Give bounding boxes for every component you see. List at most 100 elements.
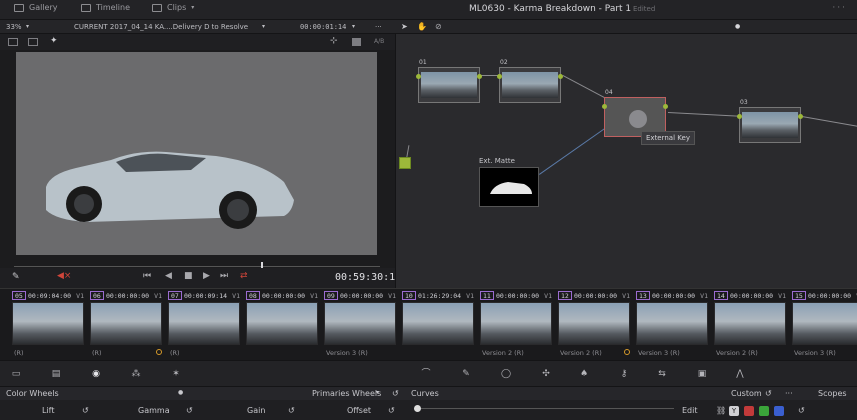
scopes-title: Scopes xyxy=(818,389,847,398)
clip-track: V1 xyxy=(700,292,708,300)
wheels-labels-row: Lift ↺ Gamma ↺ Gain ↺ Offset ↺ Edit ⛓ Y … xyxy=(0,400,857,420)
chevron-down-icon[interactable]: ▾ xyxy=(26,23,29,30)
clip-thumbnail[interactable]: 1500:00:00:00V1 Version 3 (R) xyxy=(792,289,857,361)
timeline-name[interactable]: CURRENT 2017_04_14 KA....Delivery D to R… xyxy=(74,23,259,31)
skip-back-icon[interactable]: ⏮ xyxy=(143,271,151,281)
clip-thumbnail[interactable]: 13 00:00:00:00 V1 Version 3 (R) xyxy=(636,289,710,361)
info-icon[interactable]: ⋀ xyxy=(734,369,746,379)
hand-icon[interactable]: ✋ xyxy=(417,22,427,31)
clip-track: V1 xyxy=(466,292,474,300)
viewer-toolbar: 33% ▾ CURRENT 2017_04_14 KA....Delivery … xyxy=(0,20,395,34)
reset-icon[interactable]: ↺ xyxy=(82,406,89,415)
node-03[interactable]: 03 xyxy=(737,99,803,143)
ab-compare[interactable]: A/B xyxy=(374,38,384,45)
clip-thumbnail[interactable]: 14 00:00:00:00 V1 Version 2 (R) xyxy=(714,289,788,361)
blue-channel-button[interactable] xyxy=(774,406,784,416)
node-editor[interactable]: 01 02 04 External Key 03 Ext. Matte xyxy=(395,34,857,288)
speaker-mute-icon[interactable]: ◀× xyxy=(57,271,71,281)
play-icon[interactable]: ▶ xyxy=(203,271,210,281)
more-options-icon[interactable]: ··· xyxy=(832,3,847,13)
zoom-level[interactable]: 33% xyxy=(6,23,22,31)
color-wheels-icon[interactable]: ◉ xyxy=(90,369,102,379)
chevron-down-icon: ▾ xyxy=(191,4,195,11)
source-input[interactable] xyxy=(399,157,411,169)
reset-icon[interactable]: ↺ xyxy=(392,389,399,398)
qualifier-icon[interactable]: ✎ xyxy=(460,369,472,379)
clip-thumbnail[interactable]: 06 00:00:00:00 V1 (R) xyxy=(90,289,164,361)
edit-label: Edit xyxy=(682,406,698,415)
chevron-down-icon[interactable]: ▾ xyxy=(262,23,265,30)
clip-header: 10 01:26:29:04 V1 xyxy=(402,291,476,301)
reset-icon[interactable]: ↺ xyxy=(388,406,395,415)
camera-raw-icon[interactable]: ▭ xyxy=(10,369,22,379)
curves-slider-track xyxy=(414,408,674,409)
sizing-icon[interactable]: ⇆ xyxy=(656,369,668,379)
color-match-icon[interactable]: ▤ xyxy=(50,369,62,379)
rgb-mixer-icon[interactable]: ⁂ xyxy=(130,369,142,379)
clip-thumbnail[interactable]: 10 01:26:29:04 V1 xyxy=(402,289,476,361)
link-icon[interactable]: ⛓ xyxy=(716,406,726,415)
wipe-icon[interactable] xyxy=(352,38,361,46)
external-matte-node[interactable] xyxy=(479,167,539,207)
motion-effects-icon[interactable]: ✶ xyxy=(170,369,182,379)
node-02[interactable]: 02 xyxy=(497,59,563,103)
page-dot-icon[interactable]: ● xyxy=(735,23,740,30)
video-frame[interactable] xyxy=(16,52,377,255)
more-options-icon[interactable]: ··· xyxy=(785,389,793,398)
play-reverse-icon[interactable]: ◀ xyxy=(165,271,172,281)
clip-timecode: 00:00:00:00 xyxy=(496,292,540,300)
pointer-icon[interactable]: ➤ xyxy=(401,22,408,31)
layout-icon[interactable] xyxy=(8,38,18,46)
reset-icon[interactable]: ↺ xyxy=(798,406,805,415)
curves-slider-handle[interactable] xyxy=(414,405,421,412)
clip-thumbnail[interactable]: 05 00:09:04:00 V1 (R) xyxy=(12,289,86,361)
grid-icon[interactable] xyxy=(28,38,38,46)
stop-icon[interactable]: ■ xyxy=(184,271,193,281)
clip-thumbnail[interactable]: 12 00:00:00:00 V1 Version 2 (R) xyxy=(558,289,632,361)
chevron-down-icon[interactable]: ▾ xyxy=(376,389,379,396)
curves-icon[interactable]: ⌒ xyxy=(420,369,432,379)
clip-track: V1 xyxy=(778,292,786,300)
3d-icon[interactable]: ▣ xyxy=(696,369,708,379)
clip-timecode: 00:00:00:00 xyxy=(574,292,618,300)
window-icon[interactable]: ◯ xyxy=(500,369,512,379)
clip-thumbnail[interactable]: 08 00:00:00:00 V1 xyxy=(246,289,320,361)
clip-version: (R) xyxy=(170,349,180,357)
matte-label: Ext. Matte xyxy=(479,157,515,165)
reset-icon[interactable]: ↺ xyxy=(765,389,772,398)
primaries-dropdown[interactable]: Primaries Wheels xyxy=(312,389,381,398)
node-01[interactable]: 01 xyxy=(416,59,482,103)
reset-icon[interactable]: ↺ xyxy=(186,406,193,415)
clip-thumbnail[interactable]: 07 00:00:09:14 V1 (R) xyxy=(168,289,242,361)
custom-dropdown[interactable]: Custom xyxy=(731,389,762,398)
blur-icon[interactable]: ♠ xyxy=(578,369,590,379)
highlight-icon[interactable]: ✦ xyxy=(50,36,58,46)
clip-timecode: 00:00:00:00 xyxy=(106,292,150,300)
reset-icon[interactable]: ↺ xyxy=(288,406,295,415)
loop-icon[interactable]: ⇄ xyxy=(240,271,248,281)
tracker-icon[interactable]: ✣ xyxy=(540,369,552,379)
gallery-tab[interactable]: Gallery xyxy=(14,3,58,12)
pointer-icon[interactable]: ⊹ xyxy=(330,36,338,46)
chevron-down-icon[interactable]: ▾ xyxy=(352,23,355,30)
clip-image xyxy=(12,302,84,345)
skip-forward-icon[interactable]: ⏭ xyxy=(220,271,228,281)
clip-image xyxy=(792,302,857,345)
gain-label: Gain xyxy=(247,406,266,415)
disable-icon[interactable]: ⊘ xyxy=(435,22,442,31)
viewer-subtoolbar: ✦ ⊹ A/B xyxy=(0,34,395,50)
red-channel-button[interactable] xyxy=(744,406,754,416)
green-channel-button[interactable] xyxy=(759,406,769,416)
clip-header: 13 00:00:00:00 V1 xyxy=(636,291,710,301)
clip-header: 14 00:00:00:00 V1 xyxy=(714,291,788,301)
clip-thumbnail[interactable]: 09 00:00:00:00 V1 Version 3 (R) xyxy=(324,289,398,361)
clip-timecode: 00:09:04:00 xyxy=(28,292,72,300)
page-dot-icon[interactable]: ● xyxy=(178,389,183,396)
y-channel-button[interactable]: Y xyxy=(729,406,739,416)
clip-thumbnail[interactable]: 11 00:00:00:00 V1 Version 2 (R) xyxy=(480,289,554,361)
key-icon[interactable]: ⚷ xyxy=(618,369,630,379)
eyedropper-icon[interactable]: ✎ xyxy=(12,272,20,282)
timeline-tab[interactable]: Timeline xyxy=(81,3,130,12)
clips-tab[interactable]: Clips ▾ xyxy=(152,3,194,12)
more-options-icon[interactable]: ··· xyxy=(375,23,382,31)
